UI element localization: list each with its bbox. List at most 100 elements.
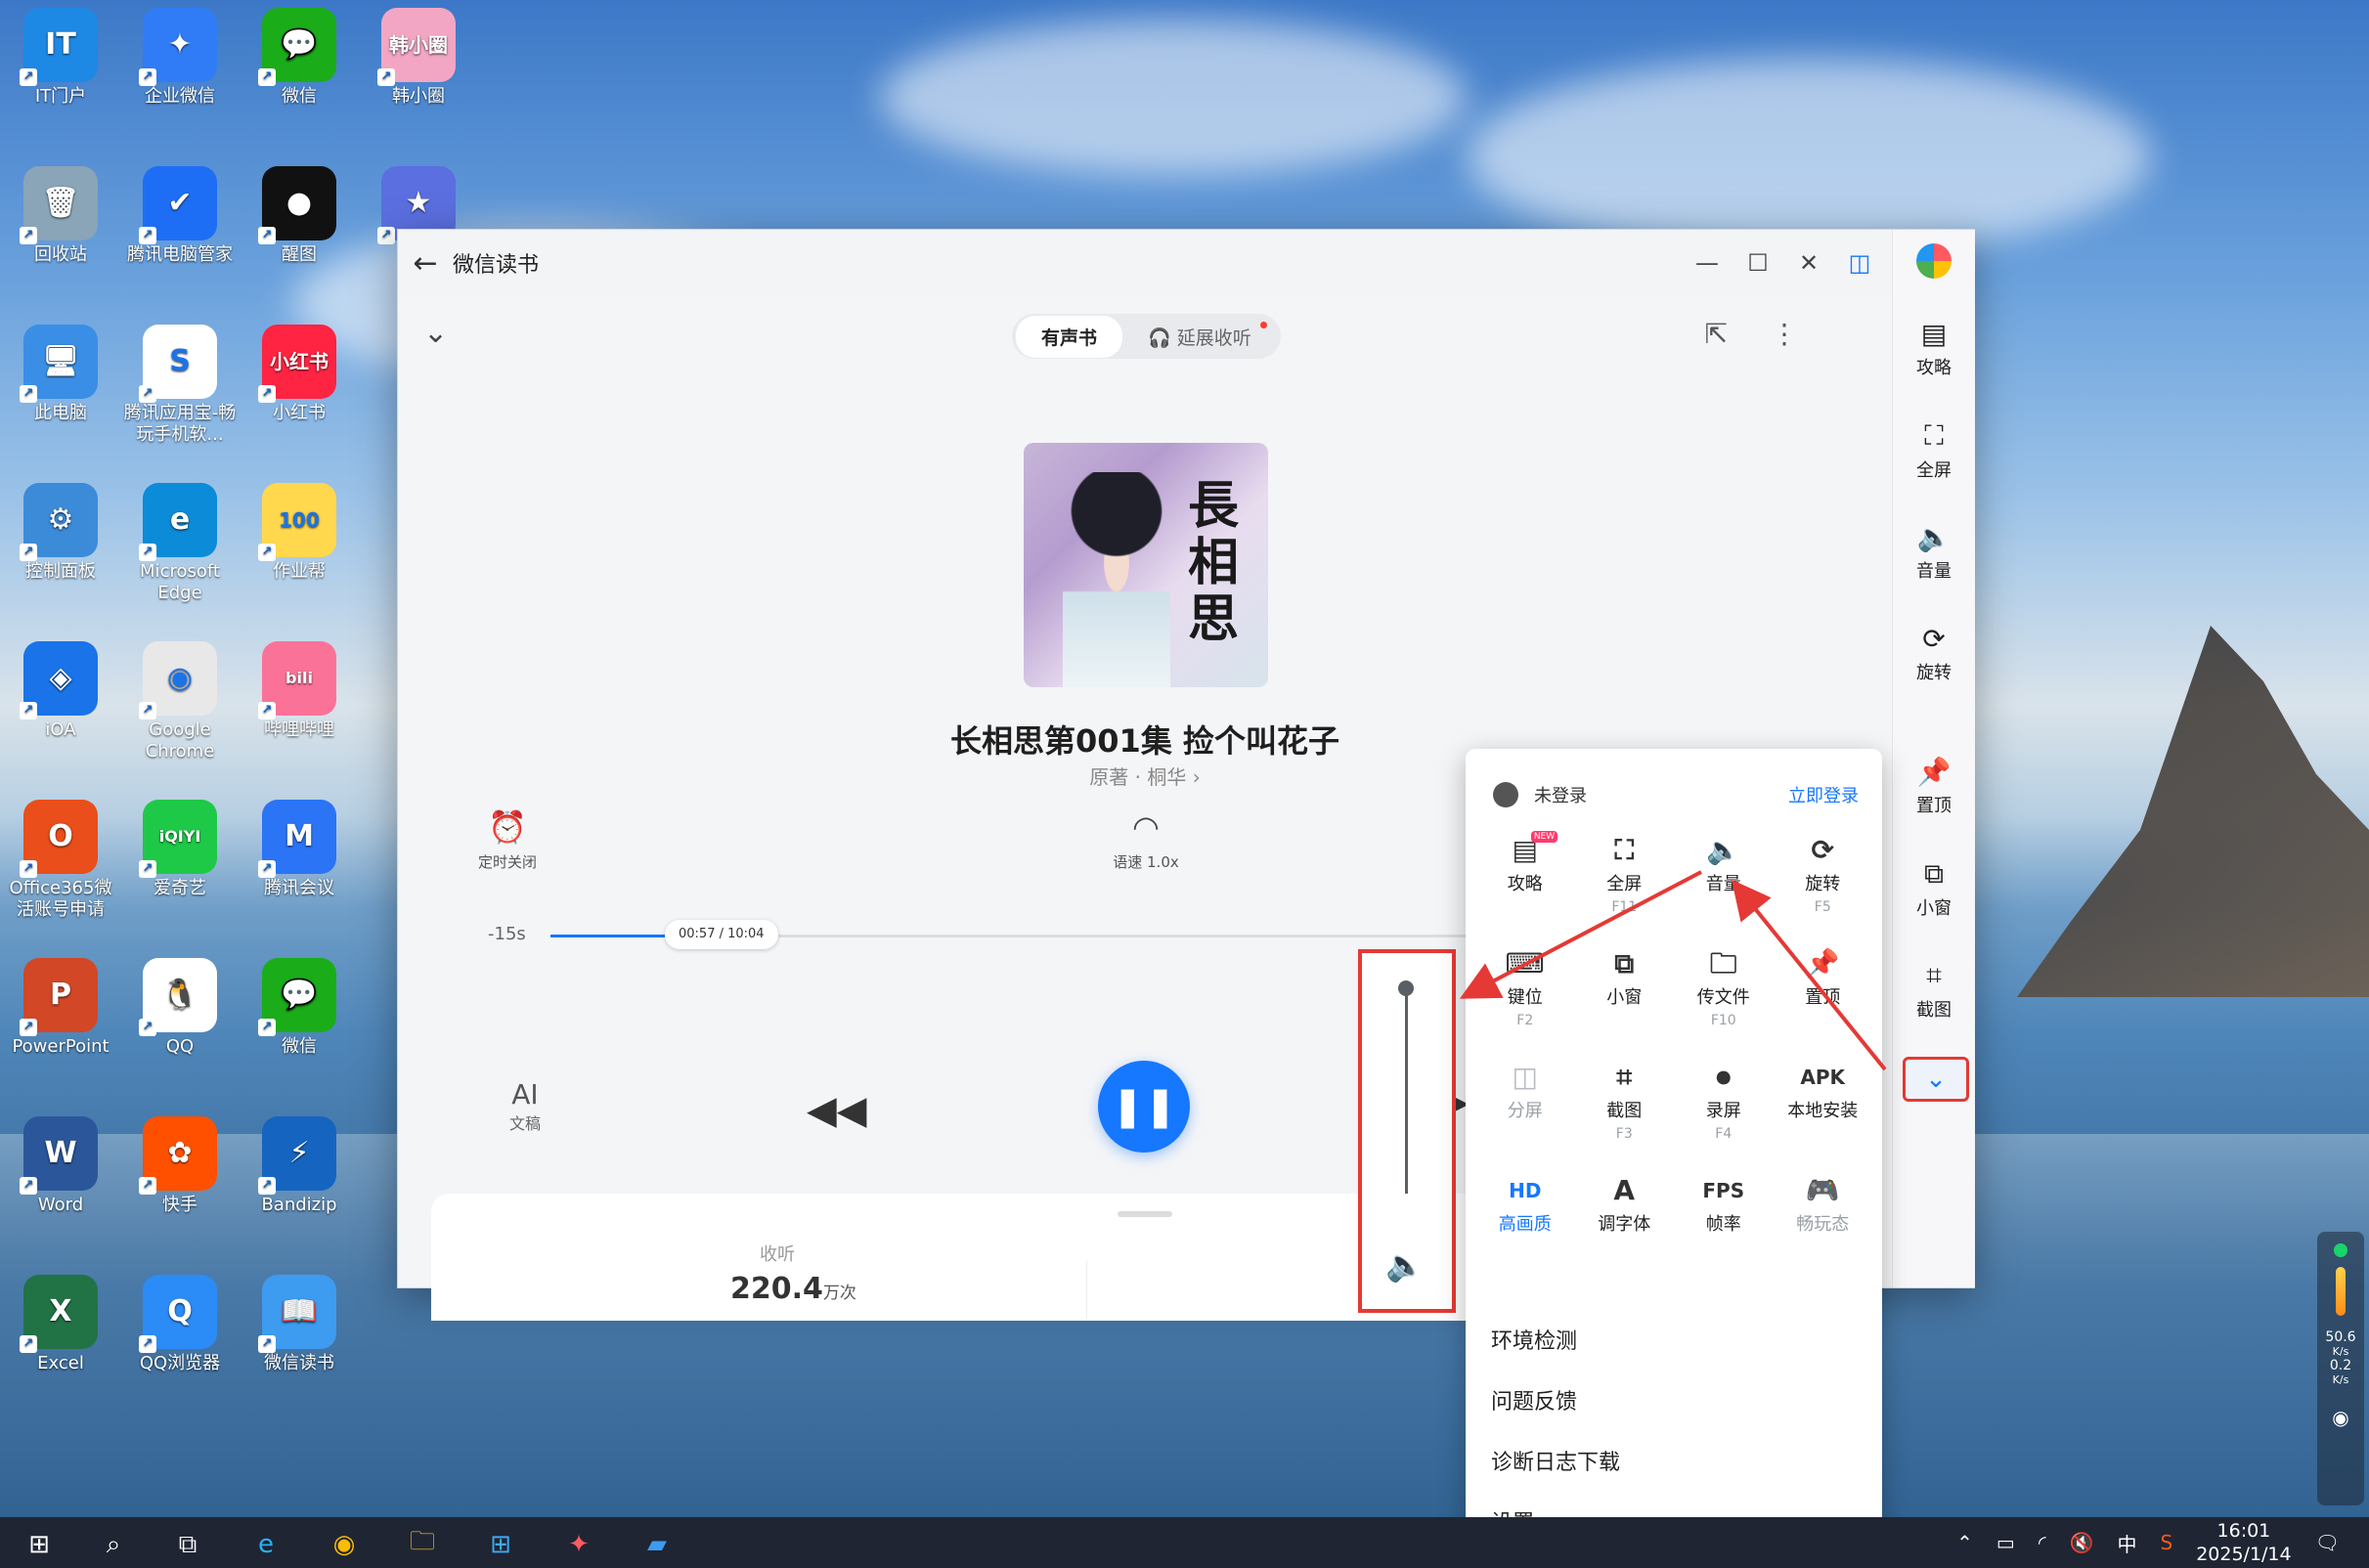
menu-grid-item[interactable]: ⏺ 录屏 F4 bbox=[1674, 1058, 1774, 1155]
desktop-shortcut[interactable]: 韩小圈 ↗ 韩小圈 bbox=[360, 8, 477, 108]
desktop-shortcut-label: iOA bbox=[45, 719, 76, 740]
wifi-icon[interactable]: ◜ bbox=[2039, 1531, 2046, 1554]
maximize-icon[interactable]: ☐ bbox=[1745, 249, 1771, 277]
side-toolbar-item[interactable]: ⧉ 小窗 bbox=[1893, 857, 1975, 920]
menu-grid-item[interactable]: APK 本地安装 bbox=[1774, 1058, 1873, 1155]
sogou-ime-icon[interactable]: S bbox=[2160, 1531, 2172, 1554]
menu-list-item[interactable]: 问题反馈 bbox=[1491, 1372, 1863, 1433]
side-toolbar-item[interactable]: 📌 置顶 bbox=[1893, 756, 1975, 817]
side-toolbar-item[interactable]: ⌗ 截图 bbox=[1893, 959, 1975, 1022]
timer-button[interactable]: ⏰ 定时关闭 bbox=[459, 808, 556, 872]
app-store-taskbar-icon[interactable]: ✦ bbox=[559, 1525, 598, 1564]
volume-knob[interactable] bbox=[1398, 980, 1414, 996]
desktop-shortcut[interactable]: 🐧 ↗ QQ bbox=[121, 958, 239, 1058]
menu-item-label: 帧率 bbox=[1705, 1214, 1741, 1235]
menu-grid-item[interactable]: ⌨ 键位 F2 bbox=[1475, 944, 1575, 1042]
desktop-shortcut[interactable]: S ↗ 腾讯应用宝-畅玩手机软... bbox=[121, 325, 239, 446]
transcript-button[interactable]: AI 文稿 bbox=[496, 1078, 554, 1134]
desktop-shortcut[interactable]: 100 ↗ 作业帮 bbox=[241, 483, 358, 583]
volume-track[interactable] bbox=[1405, 988, 1408, 1194]
desktop-shortcut[interactable]: 小红书 ↗ 小红书 bbox=[241, 325, 358, 424]
menu-grid-item[interactable]: HD 高画质 bbox=[1475, 1171, 1575, 1269]
menu-grid-item[interactable]: 🔈 音量 bbox=[1674, 831, 1774, 929]
skip-back-button[interactable]: -15s bbox=[488, 924, 526, 944]
tab-audiobook[interactable]: 有声书 bbox=[1016, 315, 1123, 358]
desktop-shortcut[interactable]: O ↗ Office365微活账号申请 bbox=[2, 800, 119, 921]
menu-grid-item[interactable]: ⌗ 截图 F3 bbox=[1575, 1058, 1675, 1155]
shortcut-arrow-icon: ↗ bbox=[258, 544, 276, 561]
back-arrow-icon[interactable]: ← bbox=[398, 246, 453, 281]
menu-item-icon: A bbox=[1613, 1174, 1636, 1206]
speaker-icon[interactable]: 🔈 bbox=[1385, 1246, 1425, 1284]
tray-app-icon[interactable]: ▭ bbox=[1996, 1531, 2015, 1554]
drag-handle[interactable] bbox=[1118, 1211, 1172, 1217]
desktop-shortcut[interactable]: 💬 ↗ 微信 bbox=[241, 8, 358, 108]
close-icon[interactable]: ✕ bbox=[1796, 249, 1821, 277]
file-explorer-icon[interactable]: 🗀 bbox=[403, 1525, 442, 1564]
desktop-shortcut[interactable]: ● ↗ 醒图 bbox=[241, 166, 358, 266]
weread-taskbar-icon[interactable]: ▰ bbox=[637, 1525, 677, 1564]
progress-time[interactable]: 00:57 / 10:04 bbox=[665, 920, 778, 949]
menu-grid-item[interactable]: 🎮 畅玩态 bbox=[1774, 1171, 1873, 1269]
menu-item-icon: ⧉ bbox=[1614, 947, 1635, 980]
desktop-shortcut[interactable]: ⚙ ↗ 控制面板 bbox=[2, 483, 119, 583]
volume-muted-icon[interactable]: 🔇 bbox=[2070, 1531, 2094, 1554]
menu-grid-item[interactable]: ⧉ 小窗 bbox=[1575, 944, 1675, 1042]
desktop-shortcut[interactable]: Q ↗ QQ浏览器 bbox=[121, 1275, 239, 1374]
chevron-down-icon[interactable]: ⌄ bbox=[423, 316, 448, 350]
task-view-icon[interactable]: ⧉ bbox=[168, 1525, 207, 1564]
tray-expand-icon[interactable]: ⌃ bbox=[1956, 1531, 1973, 1554]
search-icon[interactable]: ⌕ bbox=[94, 1525, 133, 1564]
menu-grid-item[interactable]: 📌 置顶 bbox=[1774, 944, 1873, 1042]
side-toolbar-item[interactable]: ▤ 攻略 bbox=[1893, 318, 1975, 379]
clock[interactable]: 16:01 2025/1/14 bbox=[2196, 1519, 2291, 1566]
desktop-shortcut[interactable]: 📖 ↗ 微信读书 bbox=[241, 1275, 358, 1374]
edge-taskbar-icon[interactable]: e bbox=[246, 1525, 285, 1564]
share-icon[interactable]: ⇱ bbox=[1705, 318, 1728, 350]
camera-icon[interactable]: ◉ bbox=[2317, 1406, 2364, 1429]
menu-grid-item[interactable]: 🗀 传文件 F10 bbox=[1674, 944, 1774, 1042]
desktop-shortcut[interactable]: P ↗ PowerPoint bbox=[2, 958, 119, 1058]
desktop-shortcut[interactable]: iQIYI ↗ 爱奇艺 bbox=[121, 800, 239, 899]
menu-grid-item[interactable]: ◫ 分屏 bbox=[1475, 1058, 1575, 1155]
desktop-shortcut[interactable]: X ↗ Excel bbox=[2, 1275, 119, 1374]
speed-button[interactable]: ◠ 语速 1.0x bbox=[1097, 808, 1195, 872]
store-icon[interactable]: ⊞ bbox=[481, 1525, 520, 1564]
side-toolbar-item[interactable]: 🔈 音量 bbox=[1893, 521, 1975, 583]
desktop-shortcut[interactable]: ◉ ↗ Google Chrome bbox=[121, 641, 239, 762]
menu-list-item[interactable]: 诊断日志下载 bbox=[1491, 1433, 1863, 1494]
start-windows-icon[interactable]: ⊞ bbox=[20, 1525, 59, 1564]
notification-icon[interactable]: 🗨 bbox=[2315, 1531, 2340, 1554]
input-language[interactable]: 中 bbox=[2117, 1529, 2136, 1557]
menu-grid-item[interactable]: ▤ NEW 攻略 bbox=[1475, 831, 1575, 929]
sidebar-toggle-icon[interactable]: ◫ bbox=[1847, 249, 1872, 277]
desktop-shortcut[interactable]: 💬 ↗ 微信 bbox=[241, 958, 358, 1058]
menu-grid-item[interactable]: FPS 帧率 bbox=[1674, 1171, 1774, 1269]
tab-extended-listening[interactable]: 🎧 延展收听 bbox=[1122, 316, 1277, 358]
menu-grid-item[interactable]: A 调字体 bbox=[1575, 1171, 1675, 1269]
desktop-shortcut[interactable]: e ↗ Microsoft Edge bbox=[121, 483, 239, 604]
more-icon[interactable]: ⋮ bbox=[1771, 318, 1798, 350]
desktop-shortcut[interactable]: W ↗ Word bbox=[2, 1116, 119, 1216]
collapse-toolbar-button[interactable]: ⌄ bbox=[1903, 1057, 1969, 1102]
desktop-shortcut[interactable]: ⚡ ↗ Bandizip bbox=[241, 1116, 358, 1216]
menu-list-item[interactable]: 环境检测 bbox=[1491, 1312, 1863, 1372]
menu-grid-item[interactable]: ⟳ 旋转 F5 bbox=[1774, 831, 1873, 929]
desktop-shortcut[interactable]: 🗑 ↗ 回收站 bbox=[2, 166, 119, 266]
desktop-shortcut[interactable]: ✿ ↗ 快手 bbox=[121, 1116, 239, 1216]
desktop-shortcut[interactable]: 🖥 ↗ 此电脑 bbox=[2, 325, 119, 424]
login-link[interactable]: 立即登录 bbox=[1788, 782, 1859, 807]
desktop-shortcut[interactable]: ✦ ↗ 企业微信 bbox=[121, 8, 239, 108]
chrome-taskbar-icon[interactable]: ◉ bbox=[325, 1525, 364, 1564]
minimize-icon[interactable]: — bbox=[1694, 249, 1720, 277]
desktop-shortcut[interactable]: ✔ ↗ 腾讯电脑管家 bbox=[121, 166, 239, 266]
desktop-shortcut[interactable]: M ↗ 腾讯会议 bbox=[241, 800, 358, 899]
desktop-shortcut[interactable]: ◈ ↗ iOA bbox=[2, 641, 119, 741]
side-toolbar-item[interactable]: ⟳ 旋转 bbox=[1893, 623, 1975, 684]
side-toolbar-item[interactable]: ⛶ 全屏 bbox=[1893, 419, 1975, 482]
desktop-shortcut[interactable]: bili ↗ 哔哩哔哩 bbox=[241, 641, 358, 741]
menu-grid-item[interactable]: ⛶ 全屏 F11 bbox=[1575, 831, 1675, 929]
pause-button[interactable]: ❚❚ bbox=[1098, 1061, 1190, 1153]
desktop-shortcut[interactable]: IT ↗ IT门户 bbox=[2, 8, 119, 108]
rewind-icon[interactable]: ◀◀ bbox=[807, 1088, 867, 1133]
